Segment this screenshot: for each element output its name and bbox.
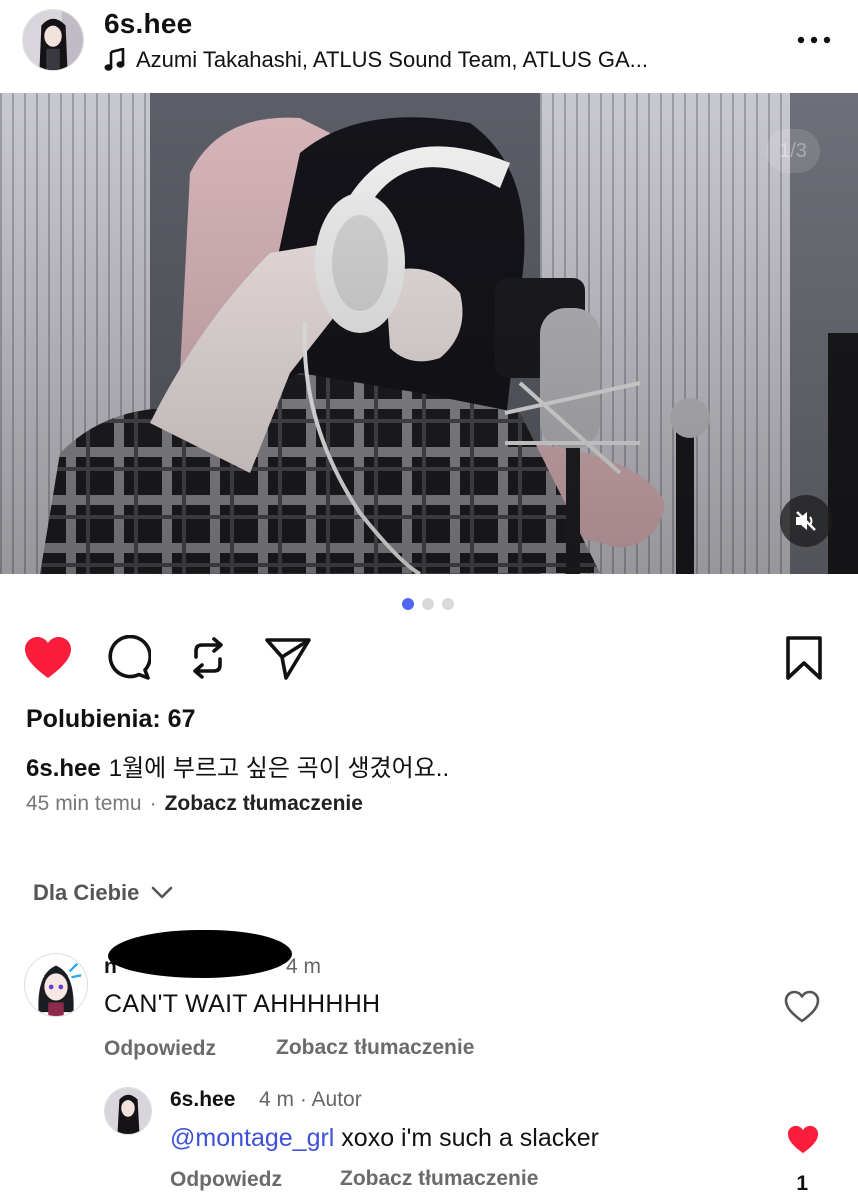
post-media[interactable]: 1/3 bbox=[0, 93, 858, 574]
volume-muted-icon bbox=[796, 511, 816, 531]
music-title: Azumi Takahashi, ATLUS Sound Team, ATLUS… bbox=[136, 47, 648, 72]
reply-body: xoxo i'm such a slacker bbox=[334, 1124, 599, 1152]
reply-text: @montage_grl xoxo i'm such a slacker bbox=[170, 1124, 599, 1153]
heart-outline-icon bbox=[784, 990, 820, 1023]
like-count[interactable]: Polubienia: 67 bbox=[26, 705, 195, 734]
send-icon bbox=[265, 638, 311, 680]
repost-button[interactable] bbox=[182, 632, 234, 684]
reply-time-author: 4 m · Autor bbox=[259, 1088, 362, 1111]
see-translation-link[interactable]: Zobacz tłumaczenie bbox=[276, 1036, 474, 1060]
caption-text: 1월에 부르고 싶은 곡이 생겼어요.. bbox=[108, 755, 450, 782]
comment-icon bbox=[108, 635, 151, 680]
see-translation-link[interactable]: Zobacz tłumaczenie bbox=[340, 1167, 538, 1191]
comment-like-button[interactable] bbox=[784, 990, 820, 1024]
post-caption: 6s.hee 1월에 부르고 싶은 곡이 생겼어요.. bbox=[26, 748, 449, 783]
carousel-counter: 1/3 bbox=[766, 129, 820, 173]
meta-separator: · bbox=[149, 792, 157, 815]
bookmark-icon bbox=[786, 636, 822, 680]
post-photo bbox=[0, 93, 858, 574]
carousel-dot-3 bbox=[442, 598, 454, 610]
music-note-icon bbox=[104, 48, 125, 71]
post-meta: 45 min temu · Zobacz tłumaczenie bbox=[26, 792, 363, 816]
post-header: 6s.hee Azumi Takahashi, ATLUS Sound Team… bbox=[0, 0, 858, 92]
heart-filled-icon bbox=[787, 1125, 819, 1154]
reply-like-count: 1 bbox=[796, 1172, 808, 1195]
carousel-dot-1 bbox=[402, 598, 414, 610]
chevron-down-icon bbox=[152, 886, 173, 899]
mute-button[interactable] bbox=[780, 495, 832, 547]
reply-author-avatar[interactable] bbox=[104, 1087, 152, 1135]
more-horizontal-icon[interactable] bbox=[796, 30, 832, 50]
music-attribution[interactable]: Azumi Takahashi, ATLUS Sound Team, ATLUS… bbox=[104, 47, 648, 73]
repost-icon bbox=[193, 637, 223, 679]
comment-button[interactable] bbox=[102, 632, 154, 684]
redaction-mark bbox=[108, 930, 292, 978]
like-button[interactable] bbox=[22, 632, 74, 684]
caption-username[interactable]: 6s.hee bbox=[26, 755, 101, 782]
comment-filter-dropdown[interactable]: Dla Ciebie bbox=[33, 880, 173, 906]
post-time: 45 min temu bbox=[26, 792, 142, 815]
heart-filled-icon bbox=[25, 637, 71, 678]
reply-author-username[interactable]: 6s.hee bbox=[170, 1088, 235, 1112]
reply-button[interactable]: Odpowiedz bbox=[170, 1168, 282, 1192]
save-button[interactable] bbox=[778, 632, 830, 684]
comment-text: CAN'T WAIT AHHHHHH bbox=[104, 990, 381, 1018]
comment-time: 4 m bbox=[286, 955, 322, 978]
reply-like-button[interactable] bbox=[786, 1124, 820, 1156]
carousel-dot-2 bbox=[422, 598, 434, 610]
see-translation-link[interactable]: Zobacz tłumaczenie bbox=[165, 792, 363, 815]
carousel-indicator bbox=[402, 598, 454, 610]
action-bar bbox=[0, 632, 858, 688]
share-button[interactable] bbox=[262, 632, 314, 684]
author-avatar[interactable] bbox=[22, 9, 84, 71]
commenter-avatar[interactable] bbox=[24, 953, 88, 1017]
mention-link[interactable]: @montage_grl bbox=[170, 1124, 334, 1152]
author-username[interactable]: 6s.hee bbox=[104, 8, 192, 40]
filter-label: Dla Ciebie bbox=[33, 880, 140, 905]
reply-button[interactable]: Odpowiedz bbox=[104, 1037, 216, 1061]
